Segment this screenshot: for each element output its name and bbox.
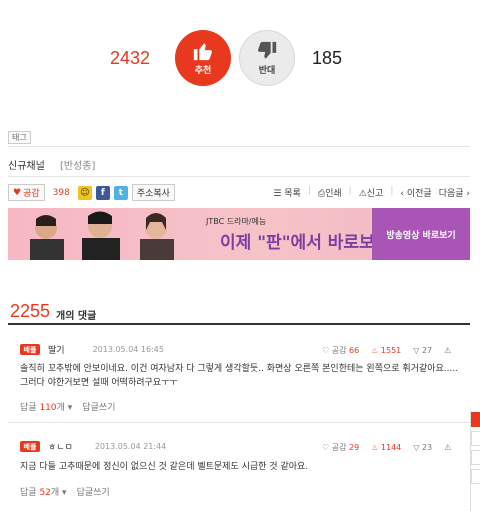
next-label: 다음글 [438, 189, 464, 199]
like-label: 공감 [23, 189, 40, 199]
channel-name[interactable]: 신규채널 [8, 161, 45, 172]
divider [8, 146, 470, 147]
comment-divider [8, 323, 470, 325]
report-label: 신고 [366, 189, 384, 199]
banner-cta[interactable]: 방송영상 바로보기 [372, 208, 470, 260]
down-count: 27 [421, 346, 433, 355]
separator: | [390, 186, 394, 196]
next-link[interactable]: 다음글 › [439, 186, 470, 199]
down-count: 23 [421, 443, 433, 452]
list-label: 목록 [284, 189, 301, 199]
print-link[interactable]: ⎙인쇄 [318, 186, 342, 199]
reply-label: 답글 [20, 488, 37, 498]
empathy-count: 66 [349, 346, 360, 355]
empathy-count: 29 [349, 443, 360, 452]
thumbs-down-icon [258, 41, 277, 59]
reply-write-button[interactable]: 답글쓰기 [77, 485, 110, 498]
side-floating-bar[interactable] [470, 410, 480, 511]
reply-row: 답글 52개 ▾ 답글쓰기 [20, 485, 110, 498]
heart-icon: ♥ [13, 187, 22, 198]
fire-icon: ♨ [371, 443, 379, 452]
banner-subtitle: JTBC 드라마/예능 [206, 217, 267, 226]
comment-text: 솔직히 꼬추밖에 안보이네요. 이건 여자남자 다 그렇게 생각할듯.. 화면상… [20, 364, 459, 388]
hot-value: 1551 [380, 346, 402, 355]
empathy-label: 공감 [331, 443, 347, 452]
tag-label: 태그 [8, 131, 31, 144]
like-button[interactable]: ♥ 공감 [8, 184, 45, 201]
oppose-button[interactable]: 반대 [239, 30, 295, 86]
share-row: ♥ 공감 398 ☺ f t 주소복사 [8, 184, 175, 201]
facebook-icon[interactable]: f [95, 185, 110, 200]
down-vote-count: 185 [312, 48, 343, 68]
cast-photo [30, 211, 174, 260]
hot-count: ♨ 1144 [371, 443, 401, 452]
reply-toggle[interactable]: 답글 52개 ▾ [20, 485, 67, 498]
channel-row: 신규채널 [반성종] [8, 157, 95, 172]
print-label: 인쇄 [325, 189, 342, 199]
up-vote-count: 2432 [110, 48, 151, 68]
list-link[interactable]: ☰ 목록 [273, 186, 301, 199]
reply-count: 110 [39, 403, 57, 413]
best-badge: 베플 [20, 441, 40, 452]
separator: | [348, 186, 352, 196]
comment-stats: ♡ 공감 66 ♨ 1551 ▽ 27 ⚠ [322, 345, 451, 356]
share-emoji-icon[interactable]: ☺ [77, 185, 92, 200]
reply-write-button[interactable]: 답글쓰기 [82, 400, 115, 413]
like-count: 398 [52, 187, 70, 198]
thumbs-down-icon: ▽ [413, 443, 420, 452]
oppose-label: 반대 [258, 66, 276, 76]
comment-count: 2255 [10, 301, 51, 321]
thumbs-down-icon: ▽ [413, 346, 420, 355]
empathy-button[interactable]: ♡ 공감 29 [322, 442, 359, 453]
reply-label: 답글 [20, 403, 37, 413]
reply-unit: 개 [56, 403, 65, 413]
prev-link[interactable]: ‹ 이전글 [400, 186, 431, 199]
divider [8, 176, 470, 177]
prev-label: 이전글 [406, 189, 432, 199]
reply-unit: 개 [50, 488, 60, 498]
hot-value: 1144 [380, 443, 402, 452]
hot-count: ♨ 1551 [371, 346, 401, 355]
down-button[interactable]: ▽ 23 [413, 443, 432, 452]
comment-header: 베플 ㅎㄴㅁ 2013.05.04 21:44 [20, 440, 166, 453]
down-button[interactable]: ▽ 27 [413, 346, 432, 355]
recommend-button[interactable]: 추천 [175, 30, 231, 86]
side-chip[interactable] [471, 450, 480, 465]
jtbc-banner[interactable]: JTBC 드라마/예능 이제 "판"에서 바로보자! 방송영상 바로보기 [8, 208, 470, 260]
comment-text: 지금 다들 고추때문에 정신이 없으신 것 같은데 벨트문제도 시급한 것 같아… [20, 462, 309, 472]
copy-address-button[interactable]: 주소복사 [131, 184, 175, 201]
reply-count: 52 [39, 488, 51, 498]
comment-count-suffix: 개의 댓글 [56, 311, 97, 322]
comment-date: 2013.05.04 21:44 [94, 442, 167, 451]
empathy-label: 공감 [331, 346, 347, 355]
comment-stats: ♡ 공감 29 ♨ 1144 ▽ 23 ⚠ [322, 442, 451, 453]
reply-toggle[interactable]: 답글 110개 ▾ [20, 400, 72, 413]
article-tools: ☰ 목록 | ⎙인쇄 | ⚠신고 | ‹ 이전글 다음글 › [273, 186, 470, 199]
comment-author[interactable]: 딸기 [48, 343, 65, 356]
reply-row: 답글 110개 ▾ 답글쓰기 [20, 400, 115, 413]
side-chip[interactable] [471, 412, 480, 427]
side-chip[interactable] [471, 431, 480, 446]
report-icon[interactable]: ⚠ [444, 346, 451, 355]
comment-author[interactable]: ㅎㄴㅁ [48, 440, 73, 453]
channel-item[interactable]: [반성종] [60, 161, 95, 172]
divider [8, 422, 470, 423]
report-link[interactable]: ⚠신고 [359, 186, 384, 199]
fire-icon: ♨ [371, 346, 379, 355]
comment-header: 베플 딸기 2013.05.04 16:45 [20, 343, 164, 356]
twitter-icon[interactable]: t [113, 185, 128, 200]
comment-date: 2013.05.04 16:45 [92, 345, 164, 354]
recommend-label: 추천 [194, 66, 212, 76]
empathy-button[interactable]: ♡ 공감 66 [322, 345, 359, 356]
side-chip[interactable] [471, 469, 480, 484]
separator: | [307, 186, 311, 196]
thumbs-up-icon [193, 43, 212, 61]
best-badge: 베플 [20, 344, 40, 355]
report-icon[interactable]: ⚠ [444, 443, 451, 452]
